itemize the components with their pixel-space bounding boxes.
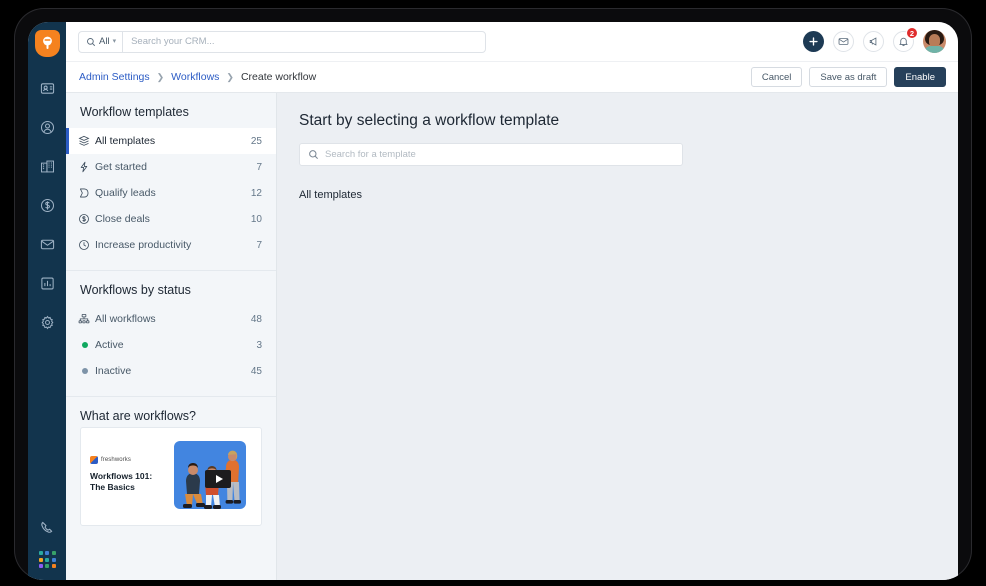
sidebar-count: 7 <box>256 161 262 173</box>
video-text-block: freshworks Workflows 101: The Basics <box>90 456 182 494</box>
sidebar-item-notes[interactable] <box>32 73 62 103</box>
avatar-shirt <box>924 46 945 53</box>
sidebar-item-email[interactable] <box>32 229 62 259</box>
sidebar-item-inactive[interactable]: Inactive 45 <box>66 358 276 384</box>
page-action-group: Cancel Save as draft Enable <box>750 67 946 87</box>
search-scope-label: All <box>99 36 110 47</box>
app-screen: All ▾ Search your CRM... 2 Admin Setting… <box>28 22 958 580</box>
search-input[interactable] <box>123 31 485 52</box>
save-as-draft-button[interactable]: Save as draft <box>809 67 888 87</box>
sidebar-label: All templates <box>95 135 156 147</box>
sidebar-label: Get started <box>95 161 147 173</box>
search-scope-selector[interactable]: All ▾ <box>79 31 124 52</box>
dollar-circle-icon <box>78 213 95 225</box>
sidebar-item-close-deals[interactable]: Close deals 10 <box>66 206 276 232</box>
template-search[interactable] <box>299 143 683 166</box>
chevron-down-icon: ▾ <box>112 38 117 45</box>
lightning-icon <box>78 161 95 173</box>
video-brand-label: freshworks <box>101 457 132 463</box>
breadcrumb-item-create-workflow: Create workflow <box>240 71 317 83</box>
status-dot-active <box>78 342 95 348</box>
sidebar-label: Qualify leads <box>95 187 156 199</box>
rail-bottom-group <box>32 512 62 580</box>
chevron-right-icon: ❯ <box>226 71 234 82</box>
notification-badge: 2 <box>906 27 918 39</box>
sidebar-item-get-started[interactable]: Get started 7 <box>66 154 276 180</box>
app-grid-icon[interactable] <box>38 551 56 568</box>
sidebar-label: All workflows <box>95 313 156 325</box>
play-icon[interactable] <box>205 470 231 488</box>
workflow-templates-section: Workflow templates All templates 25 Get … <box>66 93 276 271</box>
breadcrumb-item-admin-settings[interactable]: Admin Settings <box>79 71 150 83</box>
breadcrumb: Admin Settings ❯ Workflows ❯ Create work… <box>79 71 316 83</box>
video-brand: freshworks <box>90 456 182 464</box>
plus-icon <box>809 37 818 46</box>
sidebar-count: 45 <box>250 365 262 377</box>
sidebar-count: 48 <box>250 313 262 325</box>
envelope-icon <box>838 38 849 45</box>
sidebar-item-active[interactable]: Active 3 <box>66 332 276 358</box>
freshworks-logo-icon[interactable] <box>34 30 60 57</box>
add-button[interactable] <box>803 31 824 52</box>
sidebar-item-qualify-leads[interactable]: Qualify leads 12 <box>66 180 276 206</box>
video-thumbnail-art <box>172 437 252 519</box>
device-frame: All ▾ Search your CRM... 2 Admin Setting… <box>14 8 972 580</box>
main-content: Start by selecting a workflow template A… <box>277 93 958 580</box>
sidebar-count: 7 <box>256 239 262 251</box>
notifications-button[interactable]: 2 <box>893 27 918 52</box>
sidebar-item-accounts[interactable] <box>32 151 62 181</box>
sidebar-label: Close deals <box>95 213 150 225</box>
email-button[interactable] <box>833 31 854 52</box>
app-body: All ▾ Search your CRM... 2 Admin Setting… <box>66 22 958 580</box>
global-search[interactable]: All ▾ <box>78 30 486 53</box>
announcement-button[interactable] <box>863 31 884 52</box>
page-body: Workflow templates All templates 25 Get … <box>66 93 958 580</box>
global-sidebar-rail <box>28 22 66 580</box>
sidebar-label: Inactive <box>95 365 132 377</box>
freshworks-logo-icon <box>90 456 98 464</box>
video-title-line-2: The Basics <box>90 482 135 493</box>
sidebar-label: Active <box>95 339 124 351</box>
sidebar-item-reports[interactable] <box>32 268 62 298</box>
sidebar-count: 12 <box>250 187 262 199</box>
sidebar-item-all-templates[interactable]: All templates 25 <box>66 128 276 154</box>
sidebar-label: Increase productivity <box>95 239 192 251</box>
sidebar-count: 25 <box>250 135 262 147</box>
sidebar-item-settings[interactable] <box>32 307 62 337</box>
template-search-input[interactable] <box>325 144 674 165</box>
funnel-icon <box>78 187 95 199</box>
all-templates-section-label: All templates <box>299 189 362 201</box>
top-navigation-bar: All ▾ Search your CRM... 2 <box>66 22 958 62</box>
sidebar-item-increase-productivity[interactable]: Increase productivity 7 <box>66 232 276 258</box>
what-are-workflows-title: What are workflows? <box>80 409 197 423</box>
hierarchy-icon <box>78 313 95 325</box>
workflow-templates-title: Workflow templates <box>80 105 189 119</box>
sidebar-count: 3 <box>256 339 262 351</box>
search-icon <box>309 150 318 159</box>
breadcrumb-item-workflows[interactable]: Workflows <box>171 71 219 83</box>
workflow-intro-video-card[interactable]: freshworks Workflows 101: The Basics <box>80 427 262 526</box>
megaphone-icon <box>869 37 877 46</box>
sidebar-item-deals[interactable] <box>32 190 62 220</box>
page-title: Start by selecting a workflow template <box>299 112 560 129</box>
workflows-by-status-section: Workflows by status All workflows 48 Act… <box>66 271 276 397</box>
sidebar-item-all-workflows[interactable]: All workflows 48 <box>66 306 276 332</box>
chevron-right-icon: ❯ <box>156 71 165 82</box>
clock-icon <box>78 239 95 251</box>
top-action-group: 2 <box>803 27 946 53</box>
sidebar-item-phone[interactable] <box>32 512 62 542</box>
video-title-line-1: Workflows 101: <box>90 471 153 481</box>
breadcrumb-bar: Admin Settings ❯ Workflows ❯ Create work… <box>66 62 958 93</box>
sidebar-count: 10 <box>250 213 262 225</box>
enable-button[interactable]: Enable <box>894 67 946 87</box>
cancel-button[interactable]: Cancel <box>750 67 803 87</box>
user-avatar[interactable] <box>923 30 946 53</box>
sidebar-item-contacts[interactable] <box>32 112 62 142</box>
status-dot-inactive <box>78 368 95 374</box>
layers-icon <box>78 135 95 147</box>
search-icon <box>87 37 96 46</box>
what-are-workflows-section: What are workflows? freshworks Workflows… <box>66 397 276 538</box>
workflow-side-panel: Workflow templates All templates 25 Get … <box>66 93 277 580</box>
workflows-by-status-title: Workflows by status <box>80 283 191 297</box>
